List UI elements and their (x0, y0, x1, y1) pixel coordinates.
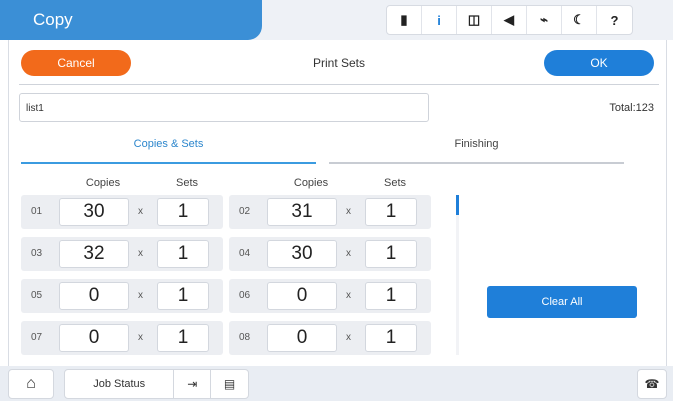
sound-icon[interactable]: ◀ (492, 6, 527, 34)
copies-input[interactable]: 0 (59, 282, 129, 310)
stop-icon[interactable]: ⇥ (174, 370, 212, 398)
copies-input[interactable]: 30 (59, 198, 129, 226)
sets-input[interactable]: 1 (365, 282, 417, 310)
tab-finishing[interactable]: Finishing (329, 138, 624, 164)
clear-all-button[interactable]: Clear All (487, 286, 637, 318)
set-row: 08 0 x 1 (229, 321, 431, 355)
home-icon[interactable]: ⌂ (8, 369, 54, 399)
row-number: 05 (31, 290, 43, 301)
wifi-icon[interactable]: ◫ (457, 6, 492, 34)
copies-input[interactable]: 0 (267, 324, 337, 352)
sets-input[interactable]: 1 (157, 282, 209, 310)
times-sign: x (138, 332, 143, 343)
total-count: Total:123 (609, 102, 654, 114)
copies-input[interactable]: 32 (59, 240, 129, 268)
tab-copies-sets[interactable]: Copies & Sets (21, 138, 316, 164)
info-icon[interactable]: i (422, 6, 457, 34)
footer-bar: ⌂ Job Status ⇥ ▤ ☎ (0, 366, 673, 401)
row-number: 06 (239, 290, 251, 301)
times-sign: x (346, 332, 351, 343)
times-sign: x (138, 248, 143, 259)
print-sets-panel: Cancel Print Sets OK list1 Total:123 Cop… (8, 40, 667, 366)
copies-input[interactable]: 30 (267, 240, 337, 268)
print-queue-icon[interactable]: ▤ (211, 370, 248, 398)
times-sign: x (138, 206, 143, 217)
fax-icon[interactable]: ☎ (637, 369, 667, 399)
page-title: Print Sets (312, 56, 366, 70)
row-number: 04 (239, 248, 251, 259)
sets-input[interactable]: 1 (365, 240, 417, 268)
sets-column-header: Sets (175, 177, 198, 189)
set-row: 02 31 x 1 (229, 195, 431, 229)
row-number: 02 (239, 206, 251, 217)
set-row: 06 0 x 1 (229, 279, 431, 313)
sets-input[interactable]: 1 (157, 324, 209, 352)
sets-column-header: Sets (383, 177, 406, 189)
row-number: 07 (31, 332, 43, 343)
ink-icon[interactable]: ▮ (387, 6, 422, 34)
times-sign: x (346, 206, 351, 217)
row-number: 01 (31, 206, 43, 217)
wifi-direct-off-icon[interactable]: ⌁ (527, 6, 562, 34)
sets-input[interactable]: 1 (157, 240, 209, 268)
row-number: 03 (31, 248, 43, 259)
sets-input[interactable]: 1 (365, 324, 417, 352)
copies-input[interactable]: 0 (59, 324, 129, 352)
divider (19, 84, 659, 85)
set-row: 01 30 x 1 (21, 195, 223, 229)
times-sign: x (346, 248, 351, 259)
job-status-button[interactable]: Job Status (65, 370, 175, 398)
copies-column-header: Copies (85, 177, 121, 189)
set-row: 04 30 x 1 (229, 237, 431, 271)
sets-input[interactable]: 1 (157, 198, 209, 226)
copies-input[interactable]: 0 (267, 282, 337, 310)
app-title: Copy (0, 0, 262, 40)
list-name-field[interactable]: list1 (19, 93, 429, 122)
row-number: 08 (239, 332, 251, 343)
status-icon-bar: ▮ i ◫ ◀ ⌁ ☾ ? (386, 5, 633, 35)
set-row: 03 32 x 1 (21, 237, 223, 271)
sets-input[interactable]: 1 (365, 198, 417, 226)
set-row: 07 0 x 1 (21, 321, 223, 355)
sleep-icon[interactable]: ☾ (562, 6, 597, 34)
ok-button[interactable]: OK (544, 50, 654, 76)
help-icon[interactable]: ? (597, 6, 632, 34)
top-bar: Copy ▮ i ◫ ◀ ⌁ ☾ ? (0, 0, 673, 40)
copies-column-header: Copies (293, 177, 329, 189)
footer-button-group: Job Status ⇥ ▤ (64, 369, 249, 399)
times-sign: x (138, 290, 143, 301)
copies-input[interactable]: 31 (267, 198, 337, 226)
scrollbar-thumb[interactable] (456, 195, 459, 215)
scroll-track[interactable] (456, 195, 459, 355)
times-sign: x (346, 290, 351, 301)
cancel-button[interactable]: Cancel (21, 50, 131, 76)
set-row: 05 0 x 1 (21, 279, 223, 313)
